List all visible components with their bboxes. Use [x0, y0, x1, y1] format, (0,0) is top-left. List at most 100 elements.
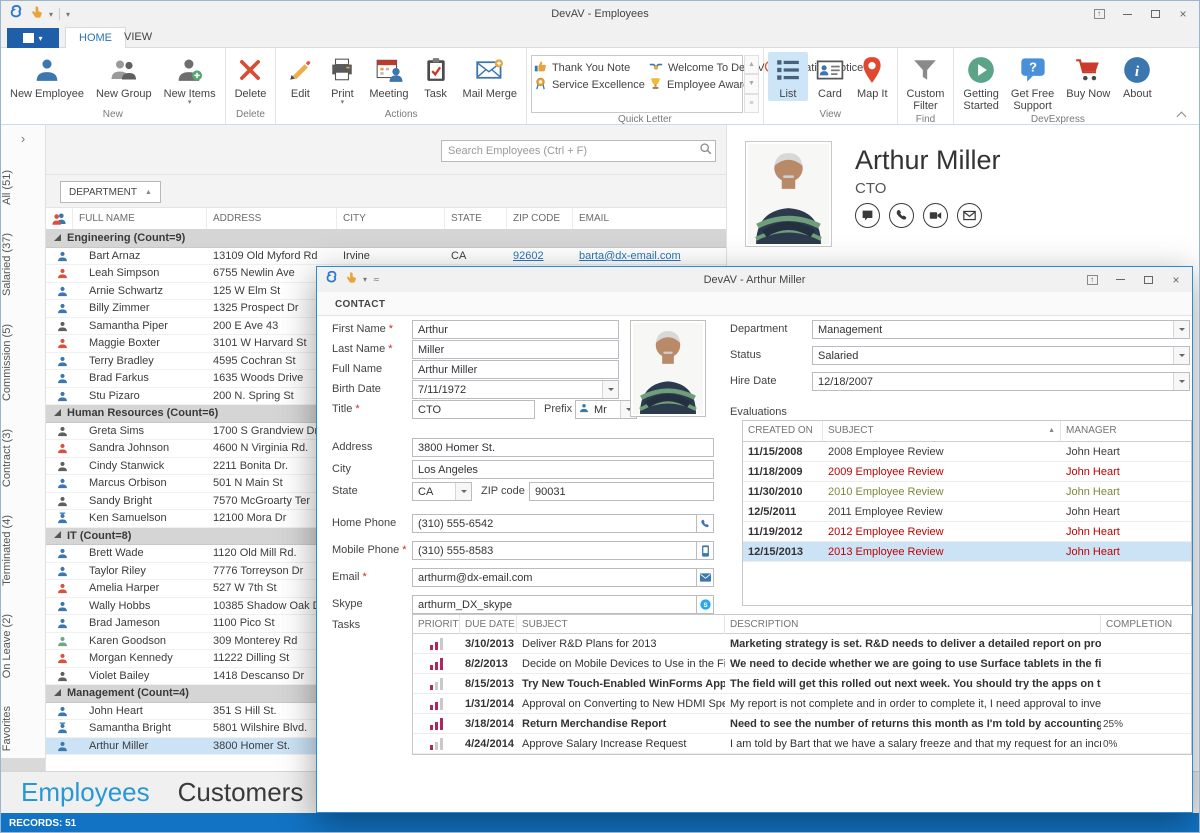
chat-icon[interactable] [855, 203, 880, 228]
list-view-button[interactable]: List [768, 52, 808, 101]
task-col-due-date[interactable]: DUE DATE [460, 615, 517, 634]
print-button[interactable]: Print ▾ [322, 52, 362, 107]
nav-tab-salaried-37[interactable]: Salaried (37) [1, 219, 46, 310]
email-icon[interactable] [957, 203, 982, 228]
prefix-combo[interactable]: Mr [575, 400, 637, 419]
evaluation-row[interactable]: 11/30/20102010 Employee ReviewJohn Heart [743, 482, 1191, 502]
nav-tab-commission-5[interactable]: Commission (5) [1, 310, 46, 415]
nav-expand-icon[interactable]: › [1, 125, 45, 156]
task-col-priority[interactable]: PRIORITY [413, 615, 460, 634]
task-row[interactable]: 8/15/2013Try New Touch-Enabled WinForms … [413, 674, 1191, 694]
ribbon-options-button[interactable]: ↑ [1085, 3, 1113, 25]
evaluation-row[interactable]: 12/15/20132013 Employee ReviewJohn Heart [743, 542, 1191, 562]
eval-col-created-on[interactable]: CREATED ON [743, 421, 823, 441]
map-it-button[interactable]: Map It [852, 52, 893, 101]
touch-mode-icon[interactable] [30, 5, 43, 24]
meeting-button[interactable]: Meeting [364, 52, 413, 101]
task-row[interactable]: 3/10/2013Deliver R&D Plans for 2013Marke… [413, 634, 1191, 654]
zip-link[interactable]: 92602 [513, 250, 544, 262]
envelope-icon[interactable] [697, 568, 714, 587]
row-icon-column-header[interactable] [46, 208, 73, 229]
search-icon[interactable] [695, 142, 715, 160]
task-row[interactable]: 1/31/2014Approval on Converting to New H… [413, 694, 1191, 714]
application-menu-button[interactable]: ▾ [7, 28, 59, 48]
maximize-button[interactable] [1141, 3, 1169, 25]
nav-grip[interactable] [1, 758, 45, 771]
new-items-button[interactable]: New Items ▾ [159, 52, 221, 107]
quick-access-customize-icon[interactable]: ≂ [373, 275, 380, 284]
app-titlebar[interactable]: ▾ ▾ DevAV - Employees ↑ × [1, 1, 1199, 27]
close-button[interactable]: × [1169, 3, 1197, 25]
nav-tab-contract-3[interactable]: Contract (3) [1, 415, 46, 501]
evaluation-row[interactable]: 12/5/20112011 Employee ReviewJohn Heart [743, 502, 1191, 522]
new-group-button[interactable]: New Group [91, 52, 157, 101]
quick-access-customize-icon[interactable]: ▾ [66, 10, 70, 19]
call-icon[interactable] [889, 203, 914, 228]
collapse-ribbon-icon[interactable] [1177, 110, 1187, 120]
group-row[interactable]: Engineering (Count=9) [46, 230, 726, 248]
column-header-zip[interactable]: ZIP CODE [507, 208, 573, 229]
mobile-phone-input[interactable] [412, 541, 697, 560]
eval-col-subject[interactable]: SUBJECT▲ [823, 421, 1061, 441]
about-button[interactable]: i About [1117, 52, 1157, 101]
department-combo[interactable]: Management [812, 320, 1190, 339]
getting-started-button[interactable]: Getting Started [958, 52, 1003, 113]
task-row[interactable]: 4/24/2014Approve Salary Increase Request… [413, 734, 1191, 754]
column-header-email[interactable]: EMAIL [573, 208, 726, 229]
gallery-down-button[interactable]: ▼ [744, 74, 759, 93]
evaluation-row[interactable]: 11/18/20092009 Employee ReviewJohn Heart [743, 462, 1191, 482]
delete-button[interactable]: Delete [230, 52, 272, 101]
status-combo[interactable]: Salaried [812, 346, 1190, 365]
task-row[interactable]: 3/18/2014Return Merchandise ReportNeed t… [413, 714, 1191, 734]
chevron-down-icon[interactable] [455, 483, 471, 500]
custom-filter-button[interactable]: Custom Filter [902, 52, 950, 113]
home-phone-input[interactable] [412, 514, 697, 533]
tab-contact[interactable]: CONTACT [317, 299, 395, 315]
chevron-down-icon[interactable] [1173, 347, 1189, 364]
column-header-city[interactable]: CITY [337, 208, 445, 229]
column-header-address[interactable]: ADDRESS [207, 208, 337, 229]
search-box[interactable] [441, 140, 716, 162]
state-combo[interactable]: CA [412, 482, 472, 501]
module-employees[interactable]: Employees [21, 777, 150, 808]
phone-icon[interactable] [697, 514, 714, 533]
chevron-down-icon[interactable]: ▾ [49, 10, 53, 19]
zip-input[interactable] [529, 482, 714, 501]
tab-view[interactable]: VIEW [111, 27, 165, 48]
quick-letter-item[interactable]: Service Excellence [534, 76, 649, 93]
evaluation-row[interactable]: 11/15/20082008 Employee ReviewJohn Heart [743, 442, 1191, 462]
eval-col-manager[interactable]: MANAGER [1061, 421, 1191, 441]
nav-tab-terminated-4[interactable]: Terminated (4) [1, 501, 46, 600]
skype-input[interactable] [412, 595, 697, 614]
column-header-state[interactable]: STATE [445, 208, 507, 229]
module-customers[interactable]: Customers [178, 777, 304, 808]
nav-tab-on-leave-2[interactable]: On Leave (2) [1, 600, 46, 692]
touch-mode-icon[interactable] [345, 271, 357, 289]
skype-icon[interactable]: S [697, 595, 714, 614]
task-col-description[interactable]: DESCRIPTION [725, 615, 1101, 634]
gallery-dropdown-button[interactable]: ≡ [744, 94, 759, 113]
quick-letter-item[interactable]: Employee Award [649, 76, 739, 93]
title-input[interactable] [412, 400, 535, 419]
search-input[interactable] [442, 145, 695, 157]
minimize-button[interactable] [1113, 3, 1141, 25]
chevron-down-icon[interactable] [1173, 321, 1189, 338]
video-icon[interactable] [923, 203, 948, 228]
city-input[interactable] [412, 460, 714, 479]
column-header-full-name[interactable]: FULL NAME [73, 208, 207, 229]
card-view-button[interactable]: Card [810, 52, 850, 101]
hire-date-combo[interactable]: 12/18/2007 [812, 372, 1190, 391]
evaluation-row[interactable]: 11/19/20122012 Employee ReviewJohn Heart [743, 522, 1191, 542]
get-free-support-button[interactable]: ? Get Free Support [1006, 52, 1059, 113]
chevron-down-icon[interactable] [1173, 373, 1189, 390]
group-by-department-button[interactable]: DEPARTMENT ▲ [60, 181, 161, 203]
mobile-phone-icon[interactable] [697, 541, 714, 560]
chevron-down-icon[interactable]: ▾ [363, 275, 367, 284]
task-col-completion[interactable]: COMPLETION [1101, 615, 1191, 634]
task-col-subject[interactable]: SUBJECT [517, 615, 725, 634]
ribbon-options-button[interactable]: ↑ [1078, 269, 1106, 291]
task-row[interactable]: 8/2/2013Decide on Mobile Devices to Use … [413, 654, 1191, 674]
quick-letter-item[interactable]: Thank You Note [534, 59, 649, 76]
gallery-up-button[interactable]: ▲ [744, 55, 759, 74]
address-input[interactable] [412, 438, 714, 457]
